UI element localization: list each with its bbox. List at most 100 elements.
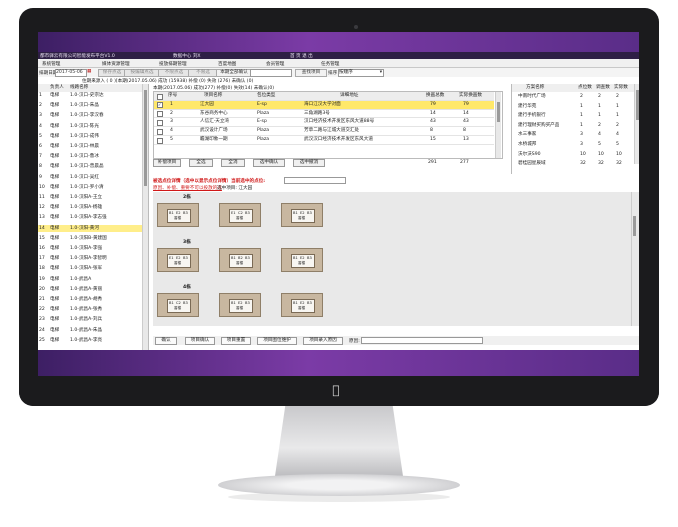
- route-row[interactable]: 16 电梯 1.0-汉阳A-李强: [38, 245, 148, 253]
- route-row[interactable]: 5 电梯 1.0-汉口-成伟: [38, 133, 148, 141]
- building-unit[interactable]: B1 B2 B3 香楼: [219, 248, 261, 272]
- selected-point-input[interactable]: [284, 177, 346, 184]
- deselect-all-button[interactable]: 全消: [221, 159, 245, 167]
- route-row[interactable]: 17 电梯 1.0-汉阳A-李智明: [38, 255, 148, 263]
- plan-table-scrollbar[interactable]: [634, 84, 639, 164]
- project-row[interactable]: 5 瞻湖印象一期 Plaza 武汉汉口经济技术开发区东风大道 15 13: [154, 136, 494, 145]
- scroll-thumb[interactable]: [144, 90, 147, 186]
- route-row[interactable]: 4 电梯 1.0-汉口-陈光: [38, 123, 148, 131]
- elevator-room[interactable]: B1 E2 B3 香楼: [291, 209, 315, 223]
- project-reason-button[interactable]: 项目录入原因: [303, 337, 343, 345]
- building-unit[interactable]: B1 E2 B3 香楼: [219, 293, 261, 317]
- plan-row[interactable]: 沃尔沃S90 10 10 10: [512, 151, 634, 159]
- date-input[interactable]: 2017-05-06: [55, 69, 87, 77]
- find-project-button[interactable]: 查找项目: [295, 69, 327, 77]
- confirm-button[interactable]: 确认: [155, 337, 177, 345]
- building-unit[interactable]: B1 E2 B3 香楼: [157, 203, 199, 227]
- project-grid-scrollbar[interactable]: [495, 92, 501, 158]
- route-row[interactable]: 2 电梯 1.0-汉口-朱晶: [38, 102, 148, 110]
- route-row[interactable]: 6 电梯 1.0-汉口-林晨: [38, 143, 148, 151]
- route-row[interactable]: 22 电梯 1.0-武昌A-张秀: [38, 306, 148, 314]
- building-unit[interactable]: B1 C2 B3 香楼: [157, 293, 199, 317]
- route-row[interactable]: 11 电梯 1.0-汉阳A-王立: [38, 194, 148, 202]
- project-reset-button[interactable]: 项目重置: [221, 337, 251, 345]
- route-row[interactable]: 24 电梯 1.0-武昌A-朱晶: [38, 327, 148, 335]
- confirm-selected-button[interactable]: 选中确认: [253, 159, 285, 167]
- menu-item-tasks[interactable]: 任务管理: [321, 61, 339, 67]
- unlimited-button[interactable]: 不限选: [188, 69, 218, 77]
- plan-row[interactable]: 碧桂园星辰域 32 32 32: [512, 160, 634, 168]
- checked-checkbox[interactable]: ✓: [157, 102, 163, 109]
- elevator-room[interactable]: B1 B2 B3 香楼: [229, 254, 253, 268]
- row-checkbox[interactable]: [157, 111, 163, 118]
- reason-input[interactable]: [361, 337, 483, 344]
- route-row[interactable]: 12 电梯 1.0-汉阳A-杨雄: [38, 204, 148, 212]
- elevator-room[interactable]: E1 C2 B3 香楼: [229, 209, 253, 223]
- menu-item-system[interactable]: 系统管理: [42, 61, 60, 67]
- elevator-room[interactable]: B1 E2 B3 香楼: [167, 209, 191, 223]
- route-row[interactable]: 7 电梯 1.0-汉口-鲁冰: [38, 153, 148, 161]
- calendar-icon[interactable]: ▦: [87, 69, 91, 74]
- row-checkbox[interactable]: [157, 128, 163, 135]
- project-row[interactable]: 4 武汉设计广场 Plaza 芳草二路与江城大道交汇处 8 8: [154, 127, 494, 136]
- confirm-all-button[interactable]: 本期全部确认: [216, 69, 252, 77]
- route-row[interactable]: 18 电梯 1.0-汉阳A-张军: [38, 265, 148, 273]
- elevator-room[interactable]: B1 E2 B3 香楼: [229, 299, 253, 313]
- route-row[interactable]: 3 电梯 1.0-汉口-李汉春: [38, 112, 148, 120]
- building-unit[interactable]: B1 E2 B3 香楼: [281, 248, 323, 272]
- scroll-thumb[interactable]: [497, 102, 500, 122]
- route-row[interactable]: 9 电梯 1.0-汉口-吴红: [38, 174, 148, 182]
- sort-select[interactable]: 按顺序 ▾: [338, 69, 384, 77]
- plan-row[interactable]: 水桥城邦 3 5 5: [512, 141, 634, 149]
- building-unit[interactable]: E1 E2 B3 香楼: [157, 248, 199, 272]
- elevator-room[interactable]: E1 E2 B3 香楼: [167, 254, 191, 268]
- plan-row[interactable]: 建行华苑 1 1 1: [512, 103, 634, 111]
- route-row[interactable]: 15 电梯 1.0-汉阳B-黄建国: [38, 235, 148, 243]
- row-checkbox[interactable]: [157, 137, 163, 144]
- route-list-scrollbar[interactable]: [142, 84, 148, 350]
- project-confirm-button[interactable]: 项目确认: [185, 337, 215, 345]
- detail-scrollbar[interactable]: [631, 192, 637, 326]
- menu-item-schedule[interactable]: 投放排期管理: [159, 61, 187, 67]
- row-checkbox[interactable]: [157, 119, 163, 126]
- unlimited-selection-button[interactable]: 不限点选: [158, 69, 190, 77]
- project-row[interactable]: 2 东谷商务中心 Plaza 三角湖路3号 14 14: [154, 110, 494, 119]
- project-row[interactable]: 3 人信汇·天立湾 E-sp 汉口经济技术开发区东风大道88号 43 43: [154, 118, 494, 128]
- save-selection-button[interactable]: 保存点选: [98, 69, 126, 77]
- scroll-thumb[interactable]: [633, 216, 636, 236]
- elevator-room[interactable]: B1 C2 B3 香楼: [167, 299, 191, 313]
- route-row[interactable]: 13 电梯 1.0-汉阳A-李志强: [38, 214, 148, 222]
- plan-row[interactable]: 建行理财买购买产品 1 2 2: [512, 122, 634, 130]
- plan-row[interactable]: 水三事家 3 4 4: [512, 131, 634, 139]
- route-row[interactable]: 20 电梯 1.0-武昌A-黄丽: [38, 286, 148, 294]
- edit-selection-button[interactable]: 按编辑点选: [124, 69, 160, 77]
- route-row[interactable]: 21 电梯 1.0-武昌A-胡秀: [38, 296, 148, 304]
- select-all-checkbox[interactable]: [157, 93, 163, 100]
- route-row[interactable]: 25 电梯 1.0-武昌A-李亮: [38, 337, 148, 345]
- revoke-selected-button[interactable]: 选中撤消: [293, 159, 325, 167]
- elevator-room[interactable]: B1 E2 B3 香楼: [291, 299, 315, 313]
- project-map-maintain-button[interactable]: 项目图位维护: [257, 337, 297, 345]
- building-unit[interactable]: B1 E2 B3 香楼: [281, 203, 323, 227]
- search-input[interactable]: [250, 69, 292, 77]
- plan-row[interactable]: 建行手机银行 1 1 1: [512, 112, 634, 120]
- route-row[interactable]: 10 电梯 1.0-汉口-罗小清: [38, 184, 148, 192]
- route-row[interactable]: 23 电梯 1.0-武昌A-刘兵: [38, 316, 148, 324]
- compensate-project-button[interactable]: 补偿项目: [153, 159, 181, 167]
- room-status: 香楼: [236, 216, 244, 220]
- route-row[interactable]: 14 电梯 1.0-汉阳-黄河: [38, 224, 148, 233]
- project-row[interactable]: ✓ 1 江大园 E-sp 海口江汉大学对面 79 79: [154, 100, 494, 110]
- building-unit[interactable]: B1 E2 B3 香楼: [281, 293, 323, 317]
- menu-item-map[interactable]: 百度地图: [218, 61, 236, 67]
- building-unit[interactable]: E1 C2 B3 香楼: [219, 203, 261, 227]
- menu-item-media[interactable]: 媒体资源管理: [102, 61, 130, 67]
- reason-link[interactable]: 原因、补偿、重要不可以投放的选: [153, 185, 222, 191]
- plan-row[interactable]: 中南时代广场 2 2 2: [512, 93, 634, 101]
- route-row[interactable]: 1 电梯 1.0-汉口-史宗达: [38, 92, 148, 100]
- menu-item-members[interactable]: 会员管理: [266, 61, 284, 67]
- elevator-room[interactable]: B1 E2 B3 香楼: [291, 254, 315, 268]
- select-all-button[interactable]: 全选: [189, 159, 213, 167]
- scroll-thumb[interactable]: [636, 90, 639, 120]
- route-row[interactable]: 19 电梯 1.0-武昌A: [38, 276, 148, 284]
- route-row[interactable]: 8 电梯 1.0-汉口-曾晨晶: [38, 163, 148, 171]
